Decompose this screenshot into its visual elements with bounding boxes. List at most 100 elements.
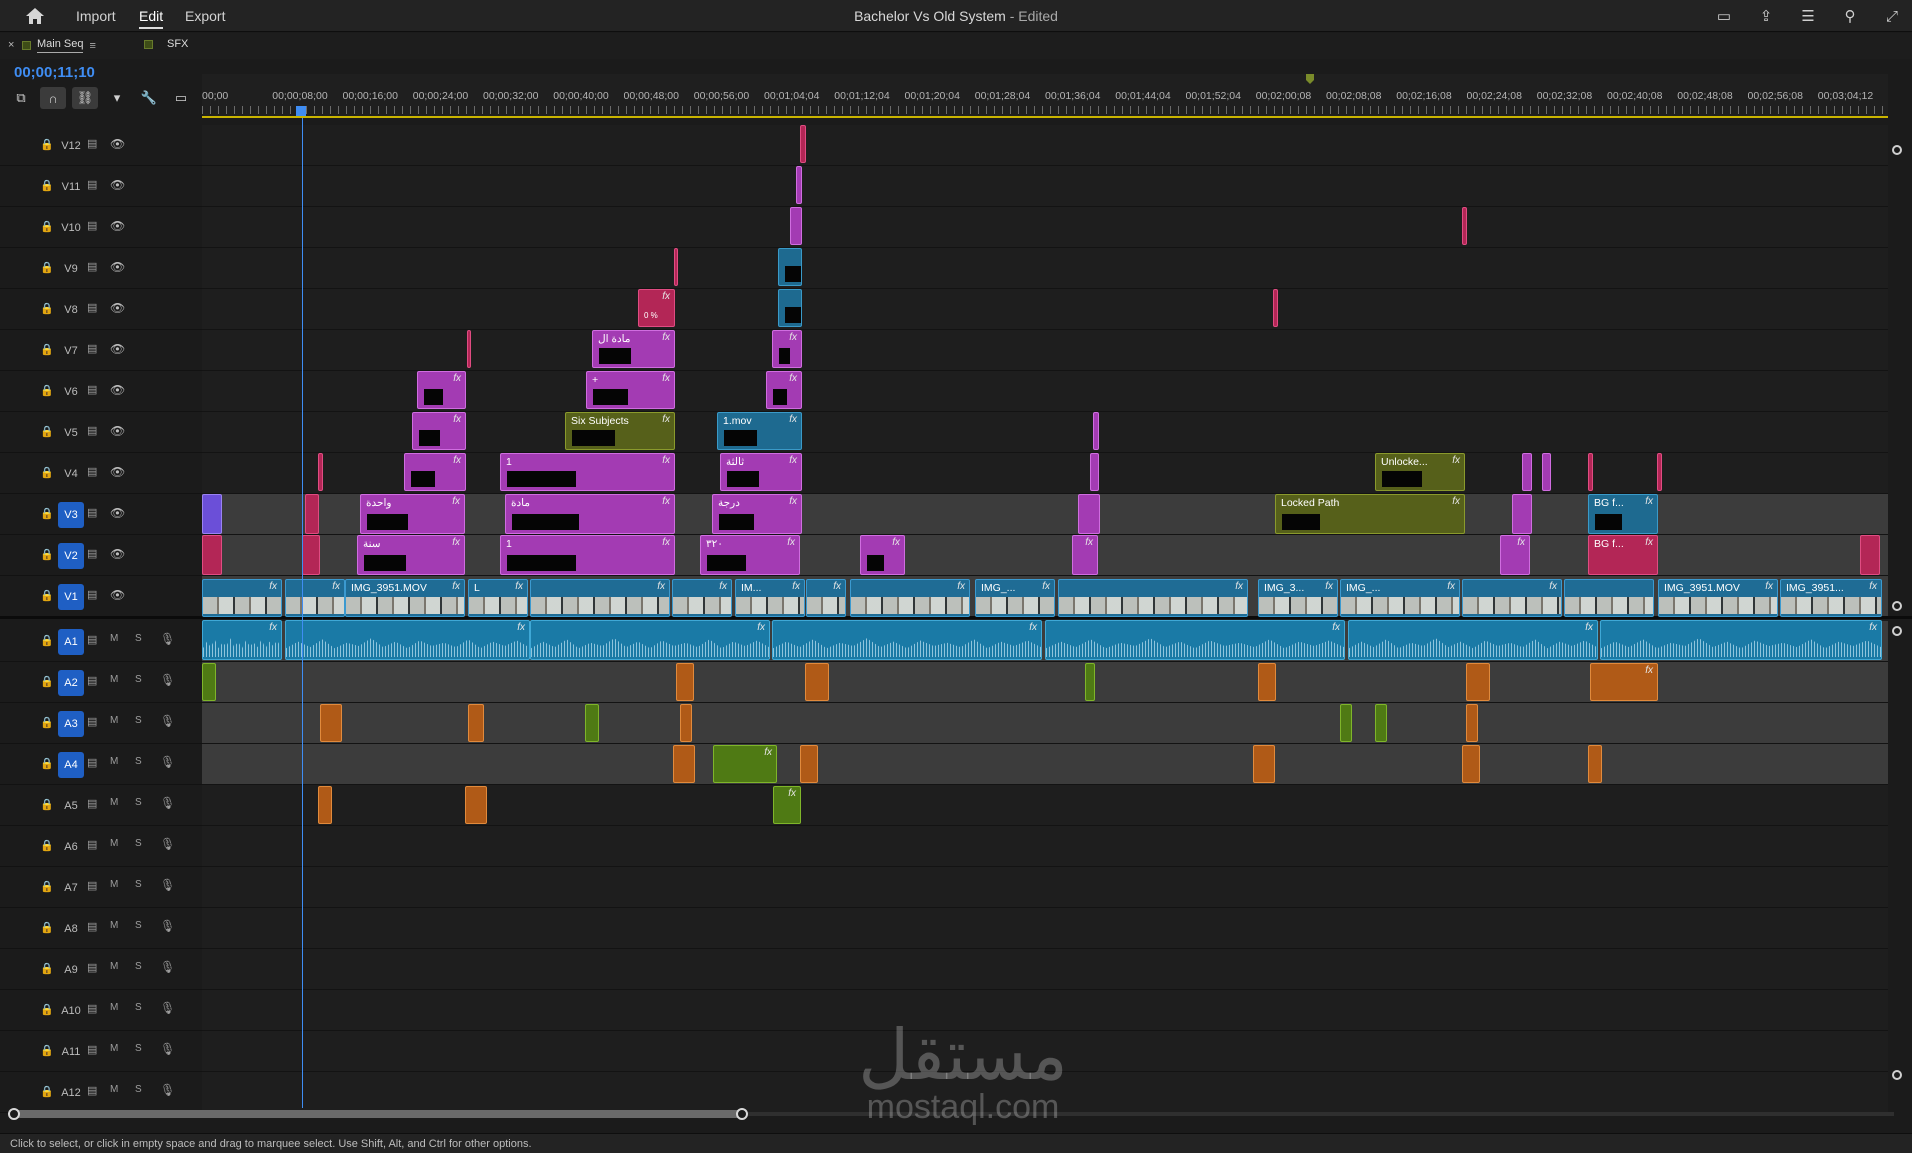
title-clip[interactable] xyxy=(1542,453,1551,491)
search-icon[interactable]: ⚲ xyxy=(1840,6,1860,26)
eye-icon[interactable]: 👁 xyxy=(110,342,125,356)
eye-icon[interactable]: 👁 xyxy=(110,219,125,233)
microphone-icon[interactable]: 🎙 xyxy=(160,673,175,687)
audio-clip[interactable] xyxy=(680,704,692,742)
track-target-toggle[interactable]: V3 xyxy=(58,502,84,528)
track-lane-v12[interactable] xyxy=(202,125,1888,166)
sync-lock-icon[interactable]: ▤ xyxy=(87,506,97,519)
video-clip[interactable] xyxy=(305,494,319,534)
work-area-bar[interactable] xyxy=(202,116,1888,118)
video-clip[interactable] xyxy=(202,535,222,575)
audio-scroll-handle[interactable] xyxy=(1892,626,1902,636)
lock-icon[interactable]: 🔒 xyxy=(40,220,54,234)
lock-icon[interactable]: 🔒 xyxy=(40,425,54,439)
audio-clip[interactable] xyxy=(585,704,599,742)
title-clip[interactable]: fx xyxy=(766,371,802,409)
audio-clip[interactable] xyxy=(318,786,332,824)
lock-icon[interactable]: 🔒 xyxy=(40,589,54,603)
solo-button[interactable]: S xyxy=(135,674,142,685)
sync-lock-icon[interactable]: ▤ xyxy=(87,674,97,687)
track-lane-v8[interactable] xyxy=(202,289,1888,330)
sequence-marker[interactable] xyxy=(1306,74,1314,84)
sync-lock-icon[interactable]: ▤ xyxy=(87,961,97,974)
zoom-handle-right[interactable] xyxy=(736,1108,748,1120)
track-lane-a7[interactable] xyxy=(202,867,1888,908)
percent-clip[interactable]: fx 0 % xyxy=(638,289,675,327)
sync-lock-icon[interactable]: ▤ xyxy=(87,633,97,646)
microphone-icon[interactable]: 🎙 xyxy=(160,1001,175,1015)
eye-icon[interactable]: 👁 xyxy=(110,424,125,438)
sync-lock-icon[interactable]: ▤ xyxy=(87,715,97,728)
track-lane-v9[interactable] xyxy=(202,248,1888,289)
audio-clip[interactable] xyxy=(202,663,216,701)
mute-button[interactable]: M xyxy=(110,838,118,849)
lock-icon[interactable]: 🔒 xyxy=(40,384,54,398)
audio-clip[interactable] xyxy=(1375,704,1387,742)
track-target-toggle[interactable]: A4 xyxy=(58,752,84,778)
sync-lock-icon[interactable]: ▤ xyxy=(87,1002,97,1015)
solo-button[interactable]: S xyxy=(135,1043,142,1054)
track-lane-a3[interactable] xyxy=(202,703,1888,744)
mute-button[interactable]: M xyxy=(110,961,118,972)
sync-lock-icon[interactable]: ▤ xyxy=(87,1043,97,1056)
video-clip-img-3951[interactable]: IMG_3951.MOV fx xyxy=(345,579,465,617)
title-clip-wahda[interactable]: واحدة fx xyxy=(360,494,465,534)
lock-icon[interactable]: 🔒 xyxy=(40,962,54,976)
solo-button[interactable]: S xyxy=(135,715,142,726)
audio-scroll-handle[interactable] xyxy=(1892,1070,1902,1080)
tab-main-seq[interactable]: Main Seq ≡ xyxy=(22,38,96,53)
track-target-toggle[interactable]: A7 xyxy=(58,875,84,901)
video-clip[interactable] xyxy=(202,494,222,534)
track-lane-a6[interactable] xyxy=(202,826,1888,867)
workspaces-icon[interactable]: ☰ xyxy=(1798,6,1818,26)
solo-button[interactable]: S xyxy=(135,1002,142,1013)
tab-menu-icon[interactable]: ≡ xyxy=(89,40,95,52)
lock-icon[interactable]: 🔒 xyxy=(40,1044,54,1058)
audio-clip[interactable]: fx xyxy=(1348,620,1598,660)
menu-edit[interactable]: Edit xyxy=(139,8,164,29)
video-clip-l[interactable]: Lfx xyxy=(468,579,528,617)
title-clip-mada[interactable]: مادة fx xyxy=(505,494,675,534)
microphone-icon[interactable]: 🎙 xyxy=(160,919,175,933)
video-clip-img[interactable]: IMG_... fx xyxy=(975,579,1055,617)
mute-button[interactable]: M xyxy=(110,674,118,685)
microphone-icon[interactable]: 🎙 xyxy=(160,796,175,810)
eye-icon[interactable]: 👁 xyxy=(110,260,125,274)
title-clip-daraja[interactable]: درجة fx xyxy=(712,494,802,534)
track-target-toggle[interactable]: V2 xyxy=(58,543,84,569)
title-clip[interactable] xyxy=(790,207,802,245)
eye-icon[interactable]: 👁 xyxy=(110,301,125,315)
title-clip-one[interactable]: 1 fx xyxy=(500,535,675,575)
mute-button[interactable]: M xyxy=(110,756,118,767)
video-clip[interactable] xyxy=(674,248,678,286)
sync-lock-icon[interactable]: ▤ xyxy=(87,219,97,232)
lock-icon[interactable]: 🔒 xyxy=(40,880,54,894)
track-target-toggle[interactable]: A12 xyxy=(58,1080,84,1106)
track-target-toggle[interactable]: V8 xyxy=(58,297,84,323)
track-target-toggle[interactable]: A5 xyxy=(58,793,84,819)
audio-clip[interactable] xyxy=(468,704,484,742)
lock-icon[interactable]: 🔒 xyxy=(40,548,54,562)
track-lane-v11[interactable] xyxy=(202,166,1888,207)
audio-clip[interactable] xyxy=(1462,745,1480,783)
mute-button[interactable]: M xyxy=(110,1002,118,1013)
track-target-toggle[interactable]: A8 xyxy=(58,916,84,942)
eye-icon[interactable]: 👁 xyxy=(110,178,125,192)
lock-icon[interactable]: 🔒 xyxy=(40,798,54,812)
sync-lock-icon[interactable]: ▤ xyxy=(87,547,97,560)
eye-icon[interactable]: 👁 xyxy=(110,547,125,561)
lock-icon[interactable]: 🔒 xyxy=(40,138,54,152)
solo-button[interactable]: S xyxy=(135,838,142,849)
video-clip[interactable]: fx xyxy=(806,579,846,617)
lock-icon[interactable]: 🔒 xyxy=(40,634,54,648)
add-marker-icon[interactable]: ▾ xyxy=(104,87,130,109)
audio-clip[interactable]: fx xyxy=(713,745,777,783)
video-clip[interactable] xyxy=(318,453,323,491)
track-target-toggle[interactable]: V7 xyxy=(58,338,84,364)
video-clip[interactable] xyxy=(778,248,802,286)
one-mov-clip[interactable]: 1.mov fx xyxy=(717,412,802,450)
lock-icon[interactable]: 🔒 xyxy=(40,507,54,521)
linked-selection-icon[interactable]: ⛓ xyxy=(72,87,98,109)
sync-lock-icon[interactable]: ▤ xyxy=(87,756,97,769)
sync-lock-icon[interactable]: ▤ xyxy=(87,838,97,851)
